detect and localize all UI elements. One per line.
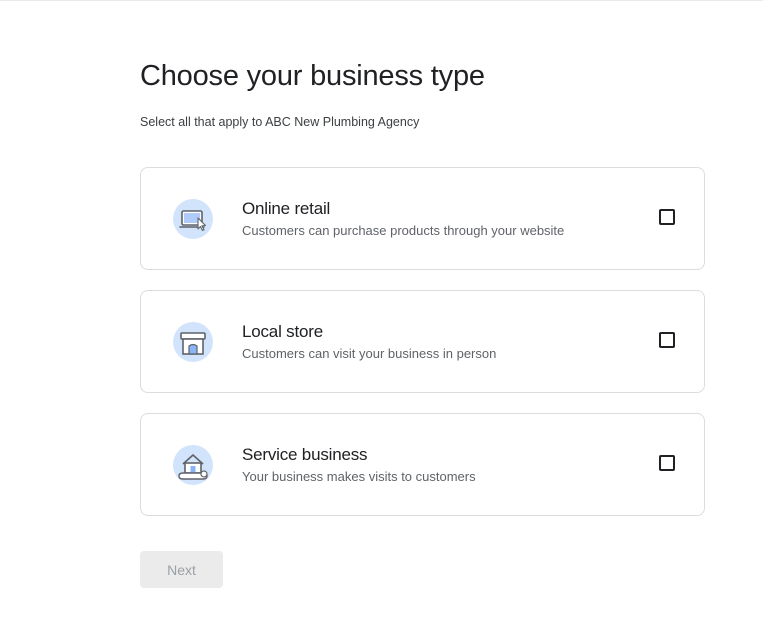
option-label: Service business <box>242 445 368 464</box>
online-retail-checkbox[interactable] <box>659 209 675 225</box>
service-business-checkbox[interactable] <box>659 455 675 471</box>
option-description: Customers can purchase products through … <box>242 223 565 238</box>
option-description: Customers can visit your business in per… <box>242 346 497 361</box>
option-label: Online retail <box>242 199 331 218</box>
option-service-business[interactable]: Service business Your business makes vis… <box>140 413 705 516</box>
page-subtitle: Select all that apply to ABC New Plumbin… <box>140 115 420 129</box>
option-description: Your business makes visits to customers <box>242 469 476 484</box>
top-divider <box>0 0 763 1</box>
option-text: Local store Customers can visit your bus… <box>242 321 496 363</box>
online-retail-icon <box>171 197 215 241</box>
business-type-options: Online retail Customers can purchase pro… <box>140 167 705 516</box>
option-label: Local store <box>242 322 323 341</box>
option-text: Service business Your business makes vis… <box>242 444 476 486</box>
page-title: Choose your business type <box>140 60 485 92</box>
next-button[interactable]: Next <box>140 551 223 588</box>
option-text: Online retail Customers can purchase pro… <box>242 198 564 240</box>
option-local-store[interactable]: Local store Customers can visit your bus… <box>140 290 705 393</box>
storefront-icon <box>171 320 215 364</box>
local-store-checkbox[interactable] <box>659 332 675 348</box>
home-service-icon <box>171 443 215 487</box>
business-type-page: Choose your business type Select all tha… <box>140 56 705 588</box>
option-online-retail[interactable]: Online retail Customers can purchase pro… <box>140 167 705 270</box>
